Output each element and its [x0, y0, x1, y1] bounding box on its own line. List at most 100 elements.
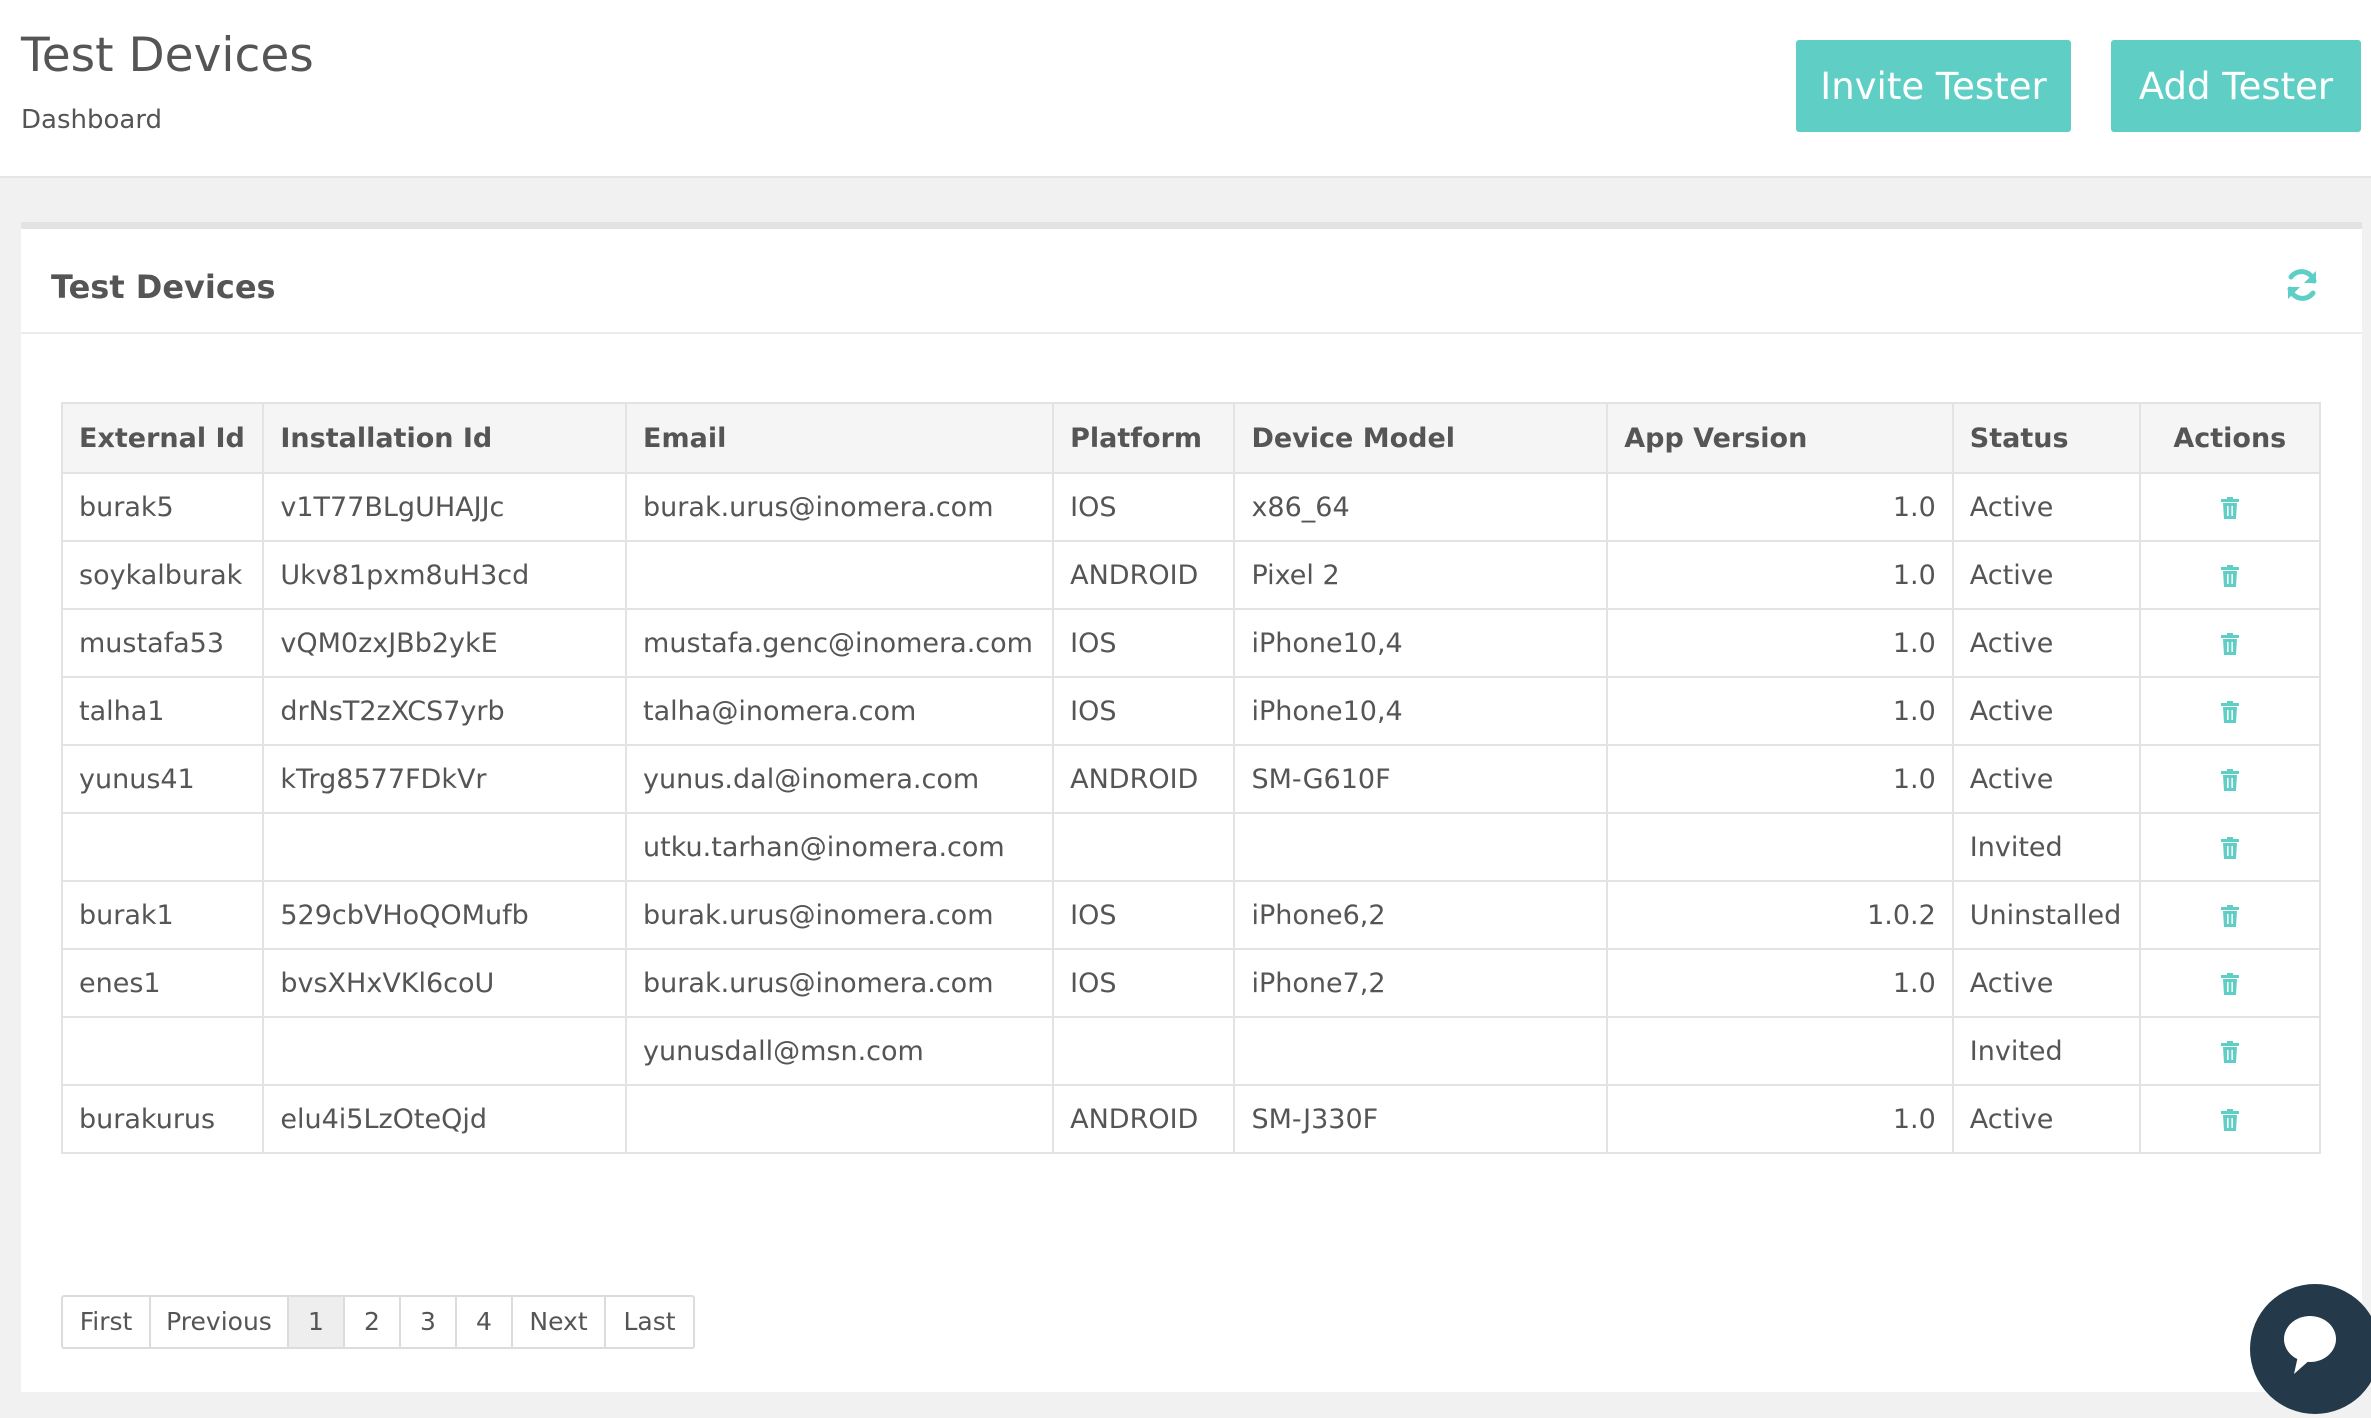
pagination-next[interactable]: Next — [513, 1297, 606, 1347]
cell-device-model: x86_64 — [1233, 472, 1609, 542]
cell-external-id: talha1 — [60, 676, 265, 746]
cell-installation-id: v1T77BLgUHAJJc — [262, 472, 628, 542]
pagination-first[interactable]: First — [63, 1297, 151, 1347]
trash-icon[interactable] — [2220, 769, 2240, 791]
add-tester-button[interactable]: Add Tester — [2111, 40, 2361, 132]
cell-email: burak.urus@inomera.com — [625, 948, 1055, 1018]
test-devices-panel: Test Devices External Id Installation Id… — [21, 222, 2362, 1392]
cell-email: burak.urus@inomera.com — [625, 880, 1055, 950]
pagination-page-3[interactable]: 3 — [401, 1297, 457, 1347]
cell-installation-id: elu4i5LzOteQjd — [262, 1084, 628, 1154]
trash-icon[interactable] — [2220, 497, 2240, 519]
invite-tester-button[interactable]: Invite Tester — [1796, 40, 2071, 132]
cell-device-model — [1233, 1016, 1609, 1086]
trash-icon[interactable] — [2220, 633, 2240, 655]
cell-installation-id: Ukv81pxm8uH3cd — [262, 540, 628, 610]
cell-device-model: iPhone10,4 — [1233, 676, 1609, 746]
cell-status: Active — [1951, 948, 2141, 1018]
breadcrumb[interactable]: Dashboard — [21, 104, 162, 136]
cell-device-model: iPhone7,2 — [1233, 948, 1609, 1018]
table-row: mustafa53 vQM0zxJBb2ykE mustafa.genc@inome… — [60, 608, 2322, 678]
cell-actions — [2138, 1016, 2322, 1086]
cell-actions — [2138, 1084, 2322, 1154]
trash-icon[interactable] — [2220, 701, 2240, 723]
cell-platform — [1052, 812, 1236, 882]
table-row: soykalburak Ukv81pxm8uH3cd ANDROID Pixel 21… — [60, 540, 2322, 610]
pagination-page-1[interactable]: 1 — [289, 1297, 345, 1347]
cell-app-version: 1.0 — [1606, 676, 1954, 746]
cell-platform: IOS — [1052, 676, 1236, 746]
column-header-external-id[interactable]: External Id — [60, 402, 265, 474]
cell-device-model: iPhone6,2 — [1233, 880, 1609, 950]
top-bar: Test Devices Dashboard Invite Tester Add… — [0, 0, 2371, 178]
cell-app-version: 1.0 — [1606, 472, 1954, 542]
column-header-email[interactable]: Email — [625, 402, 1055, 474]
cell-status: Invited — [1951, 1016, 2141, 1086]
trash-icon[interactable] — [2220, 837, 2240, 859]
cell-app-version — [1606, 812, 1954, 882]
table-row: burak5 v1T77BLgUHAJJc burak.urus@inomera.c… — [60, 472, 2322, 542]
cell-installation-id: bvsXHxVKl6coU — [262, 948, 628, 1018]
cell-installation-id: 529cbVHoQOMufb — [262, 880, 628, 950]
column-header-installation-id[interactable]: Installation Id — [262, 402, 628, 474]
cell-platform: ANDROID — [1052, 744, 1236, 814]
cell-status: Active — [1951, 540, 2141, 610]
table-row: burak1 529cbVHoQOMufb burak.urus@inomera.c… — [60, 880, 2322, 950]
table-header-row: External Id Installation Id Email Platfo… — [60, 402, 2322, 474]
table-row: yunus41 kTrg8577FDkVr yunus.dal@inomera.co… — [60, 744, 2322, 814]
cell-device-model: SM-G610F — [1233, 744, 1609, 814]
cell-actions — [2138, 540, 2322, 610]
cell-installation-id — [262, 1016, 628, 1086]
refresh-icon[interactable] — [2282, 265, 2322, 305]
cell-platform: IOS — [1052, 880, 1236, 950]
trash-icon[interactable] — [2220, 1109, 2240, 1131]
cell-external-id — [60, 1016, 265, 1086]
table-row: enes1 bvsXHxVKl6coU burak.urus@inomera.com… — [60, 948, 2322, 1018]
cell-actions — [2138, 880, 2322, 950]
cell-app-version: 1.0 — [1606, 540, 1954, 610]
cell-email: utku.tarhan@inomera.com — [625, 812, 1055, 882]
trash-icon[interactable] — [2220, 905, 2240, 927]
pagination-last[interactable]: Last — [606, 1297, 693, 1347]
cell-device-model: Pixel 2 — [1233, 540, 1609, 610]
devices-table: External Id Installation Id Email Platfo… — [60, 402, 2322, 1154]
cell-actions — [2138, 472, 2322, 542]
cell-email: mustafa.genc@inomera.com — [625, 608, 1055, 678]
cell-app-version: 1.0 — [1606, 948, 1954, 1018]
cell-external-id: enes1 — [60, 948, 265, 1018]
cell-actions — [2138, 676, 2322, 746]
cell-platform: ANDROID — [1052, 1084, 1236, 1154]
pagination-page-4[interactable]: 4 — [457, 1297, 513, 1347]
cell-platform: IOS — [1052, 472, 1236, 542]
cell-status: Uninstalled — [1951, 880, 2141, 950]
table-row: talha1 drNsT2zXCS7yrb talha@inomera.com IOS… — [60, 676, 2322, 746]
column-header-actions: Actions — [2138, 402, 2322, 474]
cell-platform: IOS — [1052, 948, 1236, 1018]
cell-email: yunus.dal@inomera.com — [625, 744, 1055, 814]
cell-status: Invited — [1951, 812, 2141, 882]
cell-email — [625, 540, 1055, 610]
table-row: yunusdall@msn.com Invited — [60, 1016, 2322, 1086]
cell-platform: ANDROID — [1052, 540, 1236, 610]
cell-app-version: 1.0 — [1606, 1084, 1954, 1154]
pagination-page-2[interactable]: 2 — [345, 1297, 401, 1347]
cell-external-id: burak1 — [60, 880, 265, 950]
cell-status: Active — [1951, 608, 2141, 678]
cell-device-model: iPhone10,4 — [1233, 608, 1609, 678]
trash-icon[interactable] — [2220, 565, 2240, 587]
cell-status: Active — [1951, 1084, 2141, 1154]
chat-widget-button[interactable] — [2250, 1284, 2371, 1414]
cell-actions — [2138, 744, 2322, 814]
cell-installation-id — [262, 812, 628, 882]
trash-icon[interactable] — [2220, 973, 2240, 995]
column-header-status[interactable]: Status — [1951, 402, 2141, 474]
trash-icon[interactable] — [2220, 1041, 2240, 1063]
cell-app-version: 1.0.2 — [1606, 880, 1954, 950]
cell-installation-id: drNsT2zXCS7yrb — [262, 676, 628, 746]
cell-installation-id: kTrg8577FDkVr — [262, 744, 628, 814]
pagination-previous[interactable]: Previous — [151, 1297, 289, 1347]
cell-actions — [2138, 948, 2322, 1018]
column-header-platform[interactable]: Platform — [1052, 402, 1236, 474]
column-header-app-version[interactable]: App Version — [1606, 402, 1954, 474]
column-header-device-model[interactable]: Device Model — [1233, 402, 1609, 474]
